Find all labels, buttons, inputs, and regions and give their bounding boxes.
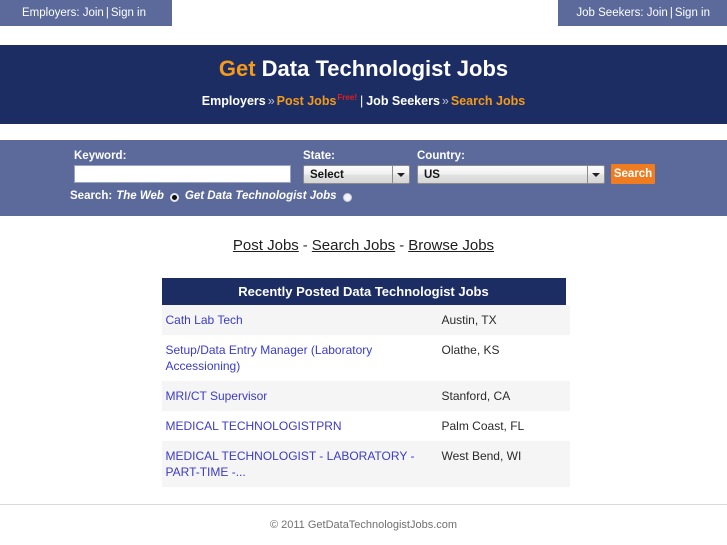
site-title: Get Data Technologist Jobs <box>0 56 727 82</box>
job-title-cell: Setup/Data Entry Manager (Laboratory Acc… <box>162 335 442 381</box>
table-row[interactable]: MRI/CT Supervisor Stanford, CA <box>161 381 570 411</box>
jobseekers-signin-link[interactable]: Sign in <box>675 7 710 19</box>
country-label: Country: <box>417 150 465 162</box>
chevron-right-icon-1: » <box>267 94 275 109</box>
jobseekers-label: Job Seekers: <box>576 7 644 19</box>
site-title-accent: Get <box>218 56 256 81</box>
job-location-cell: West Bend, WI <box>441 449 522 463</box>
employers-separator: | <box>105 7 109 19</box>
job-title-link[interactable]: Cath Lab Tech <box>166 313 243 327</box>
tagline-post-jobs-link[interactable]: Post Jobs <box>277 94 337 108</box>
scope-option-web-label: The Web <box>116 190 164 202</box>
recent-jobs-table-body: Cath Lab Tech Austin, TX Setup/Data Entr… <box>161 305 570 487</box>
tagline-search-jobs-link[interactable]: Search Jobs <box>451 94 525 108</box>
search-scope-label: Search: <box>70 190 113 202</box>
chevron-down-icon-country <box>587 165 604 184</box>
job-title-link[interactable]: MRI/CT Supervisor <box>166 389 268 403</box>
nav-dash-2: - <box>399 237 405 254</box>
free-badge: Free! <box>337 93 357 102</box>
top-utility-bar: Employers: Join | Sign in Job Seekers: Joi… <box>0 0 727 26</box>
tagline-divider: | <box>359 94 364 109</box>
footer-divider <box>0 504 727 505</box>
masthead-tagline: Employers» Post JobsFree! | Job Seekers» Sea… <box>0 90 727 109</box>
state-label: State: <box>303 150 335 162</box>
main-content: Post Jobs - Search Jobs - Browse Jobs Recent… <box>0 216 727 487</box>
search-button[interactable]: Search <box>611 164 655 184</box>
country-select[interactable]: US <box>417 165 605 184</box>
chevron-right-icon-2: » <box>441 94 449 109</box>
employers-label: Employers: <box>22 7 80 19</box>
chevron-down-icon-state <box>392 165 409 184</box>
job-location-cell: Palm Coast, FL <box>441 419 525 433</box>
state-select-value: Select <box>310 168 344 181</box>
job-location-cell: Austin, TX <box>441 313 497 327</box>
job-title-cell: Cath Lab Tech <box>162 305 442 335</box>
scope-option-site-label: Get Data Technologist Jobs <box>184 190 337 202</box>
site-masthead: Get Data Technologist Jobs Employers» Pos… <box>0 45 727 124</box>
recent-jobs-table: Cath Lab Tech Austin, TX Setup/Data Entr… <box>161 305 570 487</box>
nav-browse-jobs-link[interactable]: Browse Jobs <box>408 237 494 254</box>
site-title-rest: Data Technologist Jobs <box>255 56 509 81</box>
primary-nav-links: Post Jobs - Search Jobs - Browse Jobs <box>0 236 727 256</box>
job-title-link[interactable]: MEDICAL TECHNOLOGIST - LABORATORY - PART… <box>166 449 415 479</box>
tagline-jobseekers-link[interactable]: Job Seekers <box>366 94 440 108</box>
nav-post-jobs-link[interactable]: Post Jobs <box>233 237 299 254</box>
footer-copyright: © 2011 GetDataTechnologistJobs.com <box>269 519 458 531</box>
recent-jobs-header: Recently Posted Data Technologist Jobs <box>161 278 566 305</box>
job-title-cell: MRI/CT Supervisor <box>162 381 442 411</box>
jobseekers-join-link[interactable]: Join <box>647 7 668 19</box>
job-title-cell: MEDICAL TECHNOLOGISTPRN <box>162 411 442 441</box>
tagline-employers-link[interactable]: Employers <box>202 94 266 108</box>
nav-search-jobs-link[interactable]: Search Jobs <box>312 237 395 254</box>
table-row[interactable]: MEDICAL TECHNOLOGISTPRN Palm Coast, FL <box>161 411 570 441</box>
table-row[interactable]: Cath Lab Tech Austin, TX <box>161 305 570 335</box>
scope-radio-web[interactable] <box>169 192 179 202</box>
jobseekers-account-box: Job Seekers: Join | Sign in <box>558 0 727 26</box>
table-row[interactable]: Setup/Data Entry Manager (Laboratory Acc… <box>161 335 570 381</box>
employers-signin-link[interactable]: Sign in <box>111 7 146 19</box>
state-select[interactable]: Select <box>303 165 410 184</box>
employers-join-link[interactable]: Join <box>83 7 104 19</box>
keyword-label: Keyword: <box>74 150 127 162</box>
employers-account-box: Employers: Join | Sign in <box>0 0 172 26</box>
country-select-value: US <box>424 168 440 181</box>
recent-jobs-panel: Recently Posted Data Technologist Jobs C… <box>161 278 570 487</box>
table-row[interactable]: MEDICAL TECHNOLOGIST - LABORATORY - PART… <box>161 441 570 487</box>
job-title-cell: MEDICAL TECHNOLOGIST - LABORATORY - PART… <box>162 441 442 487</box>
job-title-link[interactable]: MEDICAL TECHNOLOGISTPRN <box>166 419 342 433</box>
job-location-cell: Olathe, KS <box>441 343 500 357</box>
masthead-spacer <box>0 124 727 140</box>
scope-radio-site[interactable] <box>342 192 352 202</box>
job-title-link[interactable]: Setup/Data Entry Manager (Laboratory Acc… <box>166 343 373 373</box>
nav-dash-1: - <box>302 237 308 254</box>
search-input[interactable] <box>74 165 291 183</box>
jobseekers-separator: | <box>669 7 673 19</box>
search-scope-row: Search: The Web Get Data Technologist Jo… <box>70 190 354 202</box>
job-location-cell: Stanford, CA <box>441 389 511 403</box>
search-panel: Keyword: State: Select Country: US Searc… <box>0 140 727 216</box>
topbar-spacer <box>0 26 727 45</box>
